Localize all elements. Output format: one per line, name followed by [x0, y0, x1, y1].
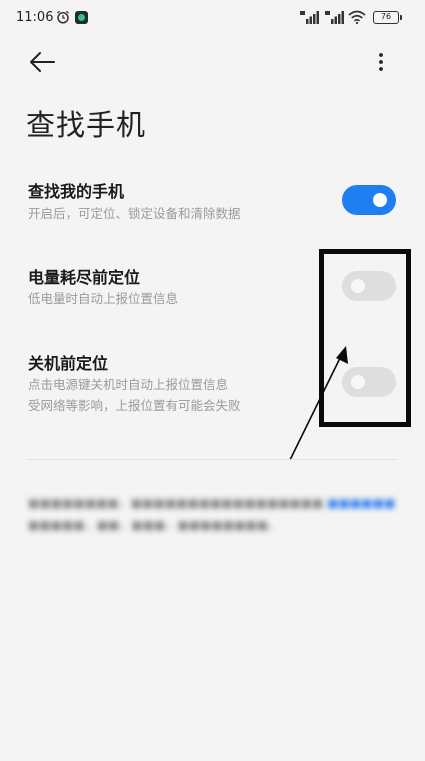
status-time: 11:06 — [16, 10, 54, 25]
status-bar: 11:06 76 — [0, 0, 425, 38]
setting-desc: 受网络等影响，上报位置有可能会失败 — [28, 398, 241, 413]
blurred-footnote: ■■■■■■■■，■■■■■■■■■■■■■■■■■ ■■■■■■ ■■■■■，… — [28, 496, 396, 532]
cellular-signal-icon — [325, 11, 344, 24]
page-title: 查找手机 — [26, 108, 147, 142]
setting-find-my-phone[interactable]: 查找我的手机 开启后，可定位、锁定设备和清除数据 — [0, 172, 425, 232]
alarm-clock-icon — [57, 10, 69, 24]
setting-desc: 开启后，可定位、锁定设备和清除数据 — [28, 206, 241, 221]
annotation-arrow-icon — [289, 346, 348, 461]
find-my-phone-toggle[interactable] — [342, 185, 396, 215]
divider — [28, 459, 397, 460]
setting-title: 查找我的手机 — [28, 182, 125, 201]
setting-desc: 低电量时自动上报位置信息 — [28, 291, 179, 306]
more-options-button[interactable] — [372, 48, 390, 76]
battery-icon: 76 — [373, 11, 402, 24]
app-notification-icon — [75, 11, 88, 24]
setting-title: 关机前定位 — [28, 354, 109, 373]
cellular-signal-icon — [300, 11, 319, 24]
toggle-knob — [373, 193, 387, 207]
back-button[interactable] — [26, 48, 58, 76]
wifi-icon — [348, 10, 366, 24]
setting-desc: 点击电源键关机时自动上报位置信息 — [28, 377, 229, 392]
setting-title: 电量耗尽前定位 — [28, 268, 141, 287]
